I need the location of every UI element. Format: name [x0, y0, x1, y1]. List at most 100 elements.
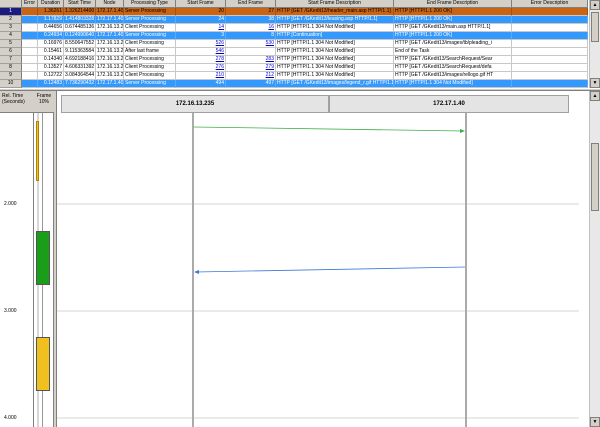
row-number[interactable]: 1 — [0, 8, 22, 16]
cell-start-frame[interactable]: 276 — [176, 64, 226, 72]
row-number[interactable]: 10 — [0, 80, 22, 88]
cell-end-frame[interactable]: 38 — [226, 16, 276, 24]
table-row[interactable]: 5 0.169768.550647552172.16.13.235Client P… — [0, 40, 588, 48]
diagram-vertical-scrollbar[interactable]: ▲ ▼ — [589, 91, 600, 427]
cell-end-frame[interactable]: 27 — [226, 8, 276, 16]
row-number[interactable]: 6 — [0, 48, 22, 56]
table-row[interactable]: 9 0.127223.084364544172.16.13.235Client P… — [0, 72, 588, 80]
column-header-error[interactable]: Error — [22, 0, 38, 8]
scroll-up-arrow-icon[interactable]: ▲ — [590, 91, 600, 101]
row-number[interactable]: 7 — [0, 56, 22, 64]
column-header-end-frame-description[interactable]: End Frame Description — [394, 0, 512, 8]
column-header-start-frame[interactable]: Start Frame — [176, 0, 226, 8]
cell-start-frame-description: HTTP [GET /GKedit13/header_main.asp HTTP… — [276, 8, 394, 16]
cell-start-frame[interactable]: 3 — [176, 32, 226, 40]
cell-end-frame[interactable]: 279 — [226, 64, 276, 72]
cell-start-frame[interactable]: 210 — [176, 72, 226, 80]
grid-scroll-thumb[interactable] — [591, 12, 599, 42]
cell-start-frame[interactable]: 20 — [176, 8, 226, 16]
column-header-start-time[interactable]: Start Time — [64, 0, 96, 8]
row-number[interactable]: 4 — [0, 32, 22, 40]
column-header-row-num[interactable] — [0, 0, 22, 8]
table-row[interactable]: 1 1.36261 1.326214400 172.17.1.40 Server Pro… — [0, 8, 588, 16]
row-number[interactable]: 8 — [0, 64, 22, 72]
cell-start-frame[interactable]: 14 — [176, 24, 226, 32]
cell-error — [22, 48, 38, 56]
column-header-duration[interactable]: Duration — [38, 0, 64, 8]
cell-end-frame-description: End of the Task — [394, 48, 512, 56]
cell-end-frame[interactable]: 8 — [226, 32, 276, 40]
cell-end-frame[interactable]: 283 — [226, 56, 276, 64]
cell-start-frame[interactable]: 278 — [176, 56, 226, 64]
cell-start-frame[interactable]: 494 — [176, 80, 226, 88]
cell-end-frame-description: HTTP [GET /GKedit13/main.asp HTTP/1.1] — [394, 24, 512, 32]
cell-node: 172.16.13.235 — [96, 64, 124, 72]
scroll-down-arrow-icon[interactable]: ▼ — [590, 78, 600, 88]
cell-error-description — [512, 48, 588, 56]
cell-duration: 0.24934 — [38, 32, 64, 40]
table-row[interactable]: 8 0.135274.606331392172.16.13.235Client P… — [0, 64, 588, 72]
cell-duration: 0.12483 — [38, 80, 64, 88]
table-row[interactable]: 6 0.154619.115363584172.16.13.235After la… — [0, 48, 588, 56]
arrow-response[interactable] — [194, 266, 466, 274]
table-row[interactable]: 10 0.12483 7.736290432 172.17.1.40 Server Pr… — [0, 80, 588, 88]
column-header-processing-type[interactable]: Processing Type — [124, 0, 176, 8]
cell-duration: 0.15461 — [38, 48, 64, 56]
cell-start-time: 3.084364544 — [64, 72, 96, 80]
cell-start-frame[interactable]: 546 — [176, 48, 226, 56]
cell-end-frame-description: HTTP [GET /GKedit13/images/rellogo.gif H… — [394, 72, 512, 80]
row-number[interactable]: 2 — [0, 16, 22, 24]
cell-start-frame-description: HTTP [HTTP/1.1 304 Not Modified] — [276, 72, 394, 80]
activity-bar-yellow-thin[interactable] — [36, 121, 39, 181]
cell-start-time: 9.115363584 — [64, 48, 96, 56]
cell-start-time: 7.736290432 — [64, 80, 96, 88]
column-header-end-frame[interactable]: End Frame — [226, 0, 276, 8]
cell-end-frame[interactable]: 16 — [226, 24, 276, 32]
diagram-scroll-thumb[interactable] — [591, 143, 599, 211]
column-header-node[interactable]: Node — [96, 0, 124, 8]
cell-node: 172.16.13.235 — [96, 72, 124, 80]
activity-bar-yellow[interactable] — [36, 337, 50, 391]
cell-end-frame[interactable]: 530 — [226, 40, 276, 48]
scroll-up-arrow-icon[interactable]: ▲ — [590, 0, 600, 10]
cell-end-frame-description: HTTP [HTTP/1.1 200 OK] — [394, 8, 512, 16]
table-row[interactable]: 4 0.24934 0.124990640 172.17.1.40 Server Pro… — [0, 32, 588, 40]
cell-end-frame-description: HTTP [HTTP/1.1 304 Not Modified] — [394, 80, 512, 88]
frame-percent-label: 10% — [38, 99, 49, 105]
cell-processing-type: Server Processing — [124, 80, 176, 88]
cell-duration: 1.36261 — [38, 8, 64, 16]
table-row[interactable]: 7 0.143404.692188416172.16.13.235Client P… — [0, 56, 588, 64]
cell-error — [22, 56, 38, 64]
row-number[interactable]: 3 — [0, 24, 22, 32]
cell-error-description — [512, 24, 588, 32]
cell-end-frame[interactable]: 497 — [226, 80, 276, 88]
column-header-start-frame-description[interactable]: Start Frame Description — [276, 0, 394, 8]
table-row[interactable]: 2 1.17829 1.414803328 172.17.1.40 Server Pro… — [0, 16, 588, 24]
cell-start-frame[interactable]: 526 — [176, 40, 226, 48]
activity-bar-green[interactable] — [36, 231, 50, 285]
table-row[interactable]: 3 0.446560.674485136172.16.13.235Client P… — [0, 24, 588, 32]
cell-error — [22, 64, 38, 72]
column-header-error-description[interactable]: Error Description — [512, 0, 588, 8]
row-number[interactable]: 5 — [0, 40, 22, 48]
cell-start-time: 4.692188416 — [64, 56, 96, 64]
cell-node: 172.17.1.40 — [96, 8, 124, 16]
cell-error-description — [512, 32, 588, 40]
cell-start-frame[interactable]: 24 — [176, 16, 226, 24]
cell-processing-type: Server Processing — [124, 32, 176, 40]
arrow-request[interactable] — [193, 126, 465, 133]
scroll-down-arrow-icon[interactable]: ▼ — [590, 417, 600, 427]
cell-end-frame-description: HTTP [GET /GKedit13/SearchRequest/Sear — [394, 56, 512, 64]
cell-start-frame-description: HTTP [HTTP/1.1 304 Not Modified] — [276, 56, 394, 64]
cell-node: 172.17.1.40 — [96, 80, 124, 88]
row-number[interactable]: 9 — [0, 72, 22, 80]
cell-end-frame[interactable] — [226, 48, 276, 56]
cell-node: 172.16.13.235 — [96, 24, 124, 32]
cell-duration: 1.17829 — [38, 16, 64, 24]
cell-end-frame[interactable]: 212 — [226, 72, 276, 80]
cell-processing-type: Client Processing — [124, 72, 176, 80]
grid-vertical-scrollbar[interactable]: ▲ ▼ — [589, 0, 600, 88]
cell-start-frame-description: HTTP [GET /GKedit13/leasing.asp HTTP/1.1… — [276, 16, 394, 24]
cell-processing-type: Server Processing — [124, 16, 176, 24]
cell-end-frame-description: HTTP [HTTP/1.1 200 OK] — [394, 16, 512, 24]
